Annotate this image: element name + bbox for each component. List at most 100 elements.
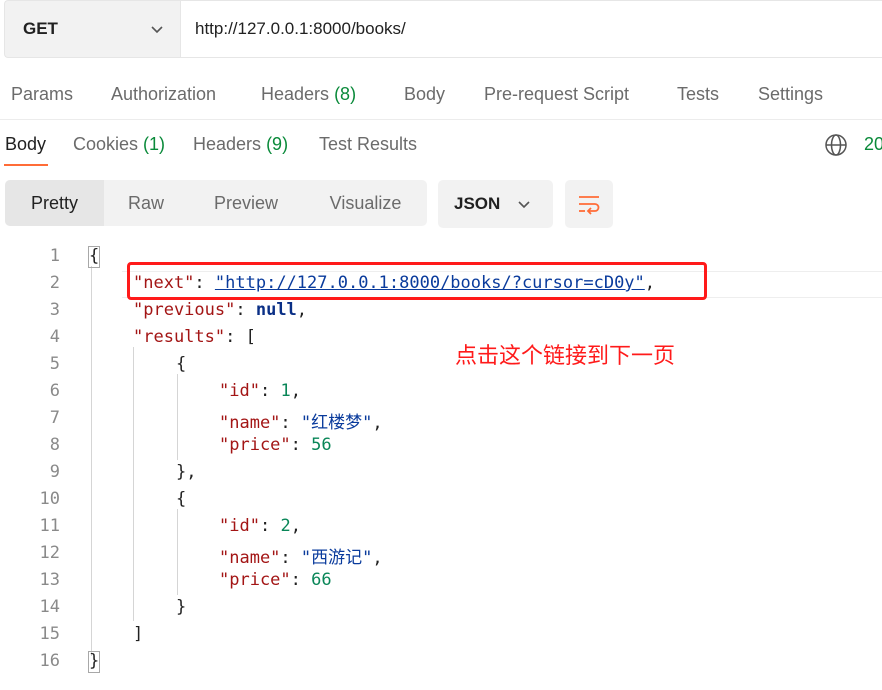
button-label: Raw	[127, 192, 164, 213]
request-tabs: Params Authorization Headers (8) Body Pr…	[0, 76, 882, 114]
globe-icon[interactable]	[824, 133, 848, 157]
active-tab-underline	[4, 164, 48, 166]
response-body-editor[interactable]: 1 2 3 4 5 6 7 8 9 10 11 12 13 14 15 16 {…	[0, 244, 882, 690]
code-line-results: "results": [	[133, 327, 256, 347]
wrap-lines-icon	[579, 196, 600, 215]
tab-label: Headers	[193, 134, 262, 154]
tab-count: (1)	[143, 134, 166, 154]
indent-guide	[177, 374, 178, 460]
url-input[interactable]: http://127.0.0.1:8000/books/	[180, 0, 882, 58]
json-value: 56	[311, 435, 332, 455]
raw-button[interactable]: Raw	[104, 180, 188, 226]
divider	[0, 119, 882, 120]
tab-label: Test Results	[319, 134, 418, 154]
visualize-button[interactable]: Visualize	[304, 180, 427, 226]
tab-label: Params	[11, 84, 74, 104]
format-label: JSON	[454, 194, 501, 213]
button-label: Pretty	[30, 192, 78, 213]
code-open-brace: {	[176, 354, 187, 374]
indent-guide	[133, 347, 134, 621]
line-number: 7	[49, 408, 60, 428]
tab-label: Body	[5, 134, 47, 154]
json-value: null	[255, 300, 297, 320]
line-number: 10	[39, 489, 60, 509]
indent-guide	[177, 509, 178, 595]
chevron-down-icon	[518, 201, 530, 209]
json-key: "price"	[219, 570, 291, 590]
code-close-brace: },	[176, 462, 197, 482]
response-tabs: Body Cookies (1) Headers (9) Test Result…	[0, 126, 882, 166]
method-select[interactable]: GET	[4, 0, 180, 58]
annotation-highlight-box	[127, 262, 707, 300]
json-key: "name"	[219, 413, 281, 433]
json-key: "name"	[219, 548, 281, 568]
tab-settings[interactable]: Settings	[758, 84, 823, 105]
code-line-previous: "previous": null,	[133, 300, 308, 320]
code-open-brace: {	[176, 489, 187, 509]
tab-label: Settings	[758, 84, 824, 104]
tab-pre-request-script[interactable]: Pre-request Script	[484, 84, 629, 105]
method-label: GET	[23, 19, 58, 38]
tab-count: (9)	[266, 134, 289, 154]
response-tab-body[interactable]: Body	[5, 134, 46, 155]
line-number: 12	[39, 543, 60, 563]
view-mode-segment: Pretty Raw Preview Visualize	[5, 180, 427, 226]
line-number: 6	[49, 381, 60, 401]
url-text: http://127.0.0.1:8000/books/	[195, 19, 406, 38]
tab-body[interactable]: Body	[404, 84, 445, 105]
line-number: 9	[49, 462, 60, 482]
code-line-id: "id": 2,	[219, 516, 301, 536]
wrap-lines-button[interactable]	[565, 180, 613, 228]
response-tab-test-results[interactable]: Test Results	[319, 134, 417, 155]
json-value: 66	[311, 570, 332, 590]
line-number: 13	[39, 570, 60, 590]
button-label: Visualize	[329, 192, 402, 213]
tab-label: Tests	[677, 84, 720, 104]
line-number: 3	[49, 300, 60, 320]
json-key: "previous"	[133, 300, 236, 320]
tab-label: Body	[404, 84, 446, 104]
tab-headers[interactable]: Headers (8)	[261, 84, 356, 105]
preview-button[interactable]: Preview	[188, 180, 304, 226]
indent-guide	[91, 266, 92, 656]
line-number: 2	[49, 273, 60, 293]
json-value: "西游记"	[300, 548, 373, 568]
tab-tests[interactable]: Tests	[677, 84, 719, 105]
json-value: 1	[280, 381, 291, 401]
code-close-bracket: ]	[133, 624, 144, 644]
code-line-name: "name": "西游记",	[219, 548, 383, 568]
line-number: 16	[39, 651, 60, 671]
line-number: 1	[49, 246, 60, 266]
code-open-brace: {	[89, 246, 100, 266]
code-close-brace: }	[89, 651, 100, 671]
code-close-brace: }	[176, 597, 187, 617]
json-key: "id"	[219, 516, 260, 536]
line-number: 11	[39, 516, 60, 536]
request-bar: GET http://127.0.0.1:8000/books/	[4, 0, 882, 58]
line-number: 15	[39, 624, 60, 644]
json-key: "id"	[219, 381, 260, 401]
code-line-id: "id": 1,	[219, 381, 301, 401]
tab-count: (8)	[334, 84, 357, 104]
response-tab-headers[interactable]: Headers (9)	[193, 134, 288, 155]
annotation-text: 点击这个链接到下一页	[455, 344, 676, 369]
chevron-down-icon	[151, 26, 163, 34]
code-line-price: "price": 66	[219, 570, 332, 590]
line-number: 4	[49, 327, 60, 347]
format-select[interactable]: JSON	[438, 180, 553, 228]
code-line-price: "price": 56	[219, 435, 332, 455]
json-value: "红楼梦"	[300, 413, 373, 433]
json-key: "results"	[133, 327, 226, 347]
line-number: 14	[39, 597, 60, 617]
line-number: 5	[49, 354, 60, 374]
pretty-button[interactable]: Pretty	[5, 180, 104, 226]
tab-params[interactable]: Params	[11, 84, 73, 105]
code-line-name: "name": "红楼梦",	[219, 413, 383, 433]
response-tab-cookies[interactable]: Cookies (1)	[73, 134, 165, 155]
tab-label: Cookies	[73, 134, 139, 154]
tab-authorization[interactable]: Authorization	[111, 84, 216, 105]
json-value: 2	[280, 516, 291, 536]
tab-label: Authorization	[111, 84, 217, 104]
tab-label: Headers	[261, 84, 330, 104]
button-label: Preview	[213, 192, 279, 213]
